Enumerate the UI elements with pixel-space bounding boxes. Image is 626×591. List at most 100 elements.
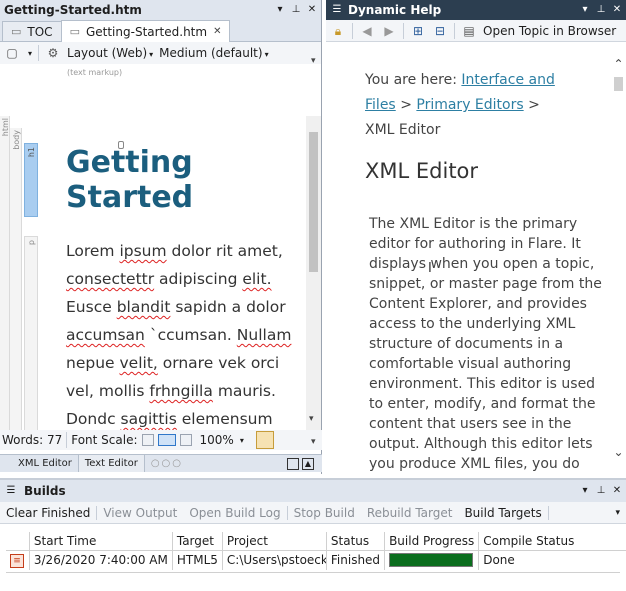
markup-hint: (text markup)	[67, 68, 123, 77]
menu-icon[interactable]: ☰	[330, 3, 344, 17]
view-output-button[interactable]: View Output	[97, 506, 183, 520]
column-header-build-progress[interactable]: Build Progress	[384, 532, 480, 551]
pin-icon[interactable]: ⊥	[594, 3, 608, 17]
tab-getting-started[interactable]: ▭ Getting-Started.htm ✕	[60, 20, 231, 42]
pin-icon[interactable]: ⊥	[594, 484, 608, 498]
column-header-status[interactable]: Status	[326, 532, 386, 551]
font-scale-increase-button[interactable]	[179, 434, 192, 446]
layout-dropdown[interactable]: Layout (Web) ▾	[67, 46, 153, 60]
dynamic-help-pane: ☰ Dynamic Help ▾ ⊥ ✕ 🔒︎ ◀ ▶ ⊞ ⊟ ▤ Open T…	[326, 0, 626, 474]
structure-label-body: body	[12, 130, 21, 150]
medium-dropdown[interactable]: Medium (default) ▾	[159, 46, 268, 60]
maximize-icon[interactable]: ▲	[302, 457, 314, 470]
column-header-start-time[interactable]: Start Time	[29, 532, 173, 551]
build-log-icon: ≡	[10, 554, 24, 569]
pin-icon[interactable]: ⊥	[289, 3, 303, 17]
column-header-project[interactable]: Project	[222, 532, 327, 551]
toc-sync-icon[interactable]: ⊞	[410, 23, 426, 39]
paragraph-word: frhngilla	[149, 382, 213, 400]
editor-tabs: ▭ TOC ▭ Getting-Started.htm ✕	[0, 20, 321, 42]
editor-scrollbar[interactable]	[306, 116, 321, 430]
dropdown-icon[interactable]: ▾	[578, 484, 592, 498]
structure-bar-html[interactable]: html	[0, 116, 10, 450]
paragraph-line: consectettr adipiscing elit.	[66, 265, 306, 293]
menu-icon[interactable]: ☰	[4, 484, 18, 498]
structure-bar-body[interactable]: body	[10, 128, 22, 450]
help-body-line: editor for authoring in Flare. It	[369, 236, 581, 252]
preview-icon[interactable]: ▢	[4, 45, 20, 61]
document-content[interactable]: Getting Started Lorem ipsum dolor rit am…	[66, 145, 306, 430]
status-divider	[66, 432, 68, 448]
chevron-down-icon[interactable]: ▾	[240, 436, 244, 445]
clear-finished-button[interactable]: Clear Finished	[0, 506, 96, 520]
structure-label-h1: h1	[27, 147, 36, 158]
layout-label: Layout (Web)	[67, 46, 148, 60]
open-topic-button[interactable]: Open Topic in Browser	[483, 24, 616, 38]
column-header-target[interactable]: Target	[172, 532, 223, 551]
lock-icon[interactable]: 🔒︎	[330, 23, 346, 39]
show-blocks-button[interactable]	[255, 431, 274, 449]
help-scrollbar[interactable]: ⌃ ⌄	[611, 43, 626, 474]
paragraph-word: sagittis	[120, 410, 177, 428]
build-targets-button[interactable]: Build Targets	[458, 506, 547, 520]
paragraph-word: ornare	[162, 354, 214, 372]
compile-status-cell: Done	[483, 553, 515, 568]
close-icon[interactable]: ✕	[610, 3, 624, 17]
text-editor-tab[interactable]: Text Editor	[78, 455, 145, 472]
font-scale-reset-button[interactable]	[157, 434, 176, 446]
dropdown-icon[interactable]: ▾	[578, 3, 592, 17]
close-icon[interactable]: ✕	[610, 484, 624, 498]
status-cell: Finished	[326, 550, 386, 570]
structure-label-p: p	[27, 240, 36, 246]
paragraph-word: nepue	[66, 354, 115, 372]
more-icon[interactable]: ○○○	[151, 458, 183, 469]
toolbar-scroll-icon[interactable]: ▾	[311, 56, 316, 66]
table-row[interactable]: ≡ 3/26/2020 7:40:00 AM HTML5 C:\Users\ps…	[6, 550, 626, 570]
layout-icon: ⚙	[47, 46, 59, 60]
breadcrumb: You are here: Interface and Files > Prima…	[365, 68, 605, 143]
help-topic-body: The XML Editor is the primary editor for …	[369, 214, 609, 474]
medium-label: Medium (default)	[159, 46, 263, 60]
paragraph-line: accumsan `ccumsan. Nullam	[66, 321, 306, 349]
scroll-up-icon[interactable]: ⌃	[611, 57, 626, 71]
editor-scroll-thumb[interactable]	[309, 132, 318, 272]
body-paragraph[interactable]: Lorem ipsum dolor rit amet, consectettr a…	[66, 237, 306, 430]
zoom-level[interactable]: 100%	[200, 433, 234, 447]
xml-editor-tab-label: XML Editor	[18, 458, 72, 469]
scroll-down-icon[interactable]: ▾	[309, 414, 314, 424]
help-scroll-thumb[interactable]	[614, 77, 623, 91]
xml-editor-tab[interactable]: XML Editor	[0, 455, 79, 472]
tab-label: TOC	[27, 24, 53, 39]
back-icon[interactable]: ◀	[359, 23, 375, 39]
target-cell: HTML5	[172, 550, 223, 570]
help-topic-heading: XML Editor	[365, 159, 479, 183]
rebuild-target-button[interactable]: Rebuild Target	[361, 506, 459, 520]
close-icon[interactable]: ✕	[305, 3, 319, 17]
toc-tree-icon[interactable]: ⊟	[432, 23, 448, 39]
toolbar-overflow-icon[interactable]: ▾	[615, 508, 620, 518]
word-count: Words: 77	[2, 433, 63, 447]
page-heading[interactable]: Getting Started	[66, 145, 196, 215]
paragraph-word: Eusce	[66, 298, 112, 316]
status-scroll-icon[interactable]: ▾	[311, 437, 316, 447]
dropdown-icon[interactable]: ▾	[273, 3, 287, 17]
scroll-down-icon[interactable]: ⌄	[611, 445, 626, 459]
build-progress-bar	[389, 553, 474, 568]
split-view-icon[interactable]	[287, 457, 299, 470]
structure-block-h1[interactable]: h1	[24, 143, 38, 217]
tab-toc[interactable]: ▭ TOC	[2, 21, 62, 41]
progress-cell	[384, 550, 480, 570]
forward-icon[interactable]: ▶	[381, 23, 397, 39]
chevron-down-icon[interactable]: ▾	[28, 49, 32, 58]
stop-build-button[interactable]: Stop Build	[288, 506, 361, 520]
structure-block-p[interactable]: p	[24, 236, 38, 450]
help-body-line: snippet, or master page from the	[369, 276, 602, 292]
paragraph-word: blandit	[116, 298, 171, 316]
column-header-compile-status[interactable]: Compile Status	[478, 532, 626, 551]
breadcrumb-link-primary-editors[interactable]: Primary Editors	[416, 97, 523, 113]
close-tab-icon[interactable]: ✕	[213, 26, 221, 37]
open-build-log-button[interactable]: Open Build Log	[183, 506, 286, 520]
paragraph-word: ipsum	[119, 242, 167, 260]
help-body-line: The XML Editor is the primary	[369, 216, 578, 232]
font-scale-decrease-button[interactable]	[141, 434, 154, 446]
